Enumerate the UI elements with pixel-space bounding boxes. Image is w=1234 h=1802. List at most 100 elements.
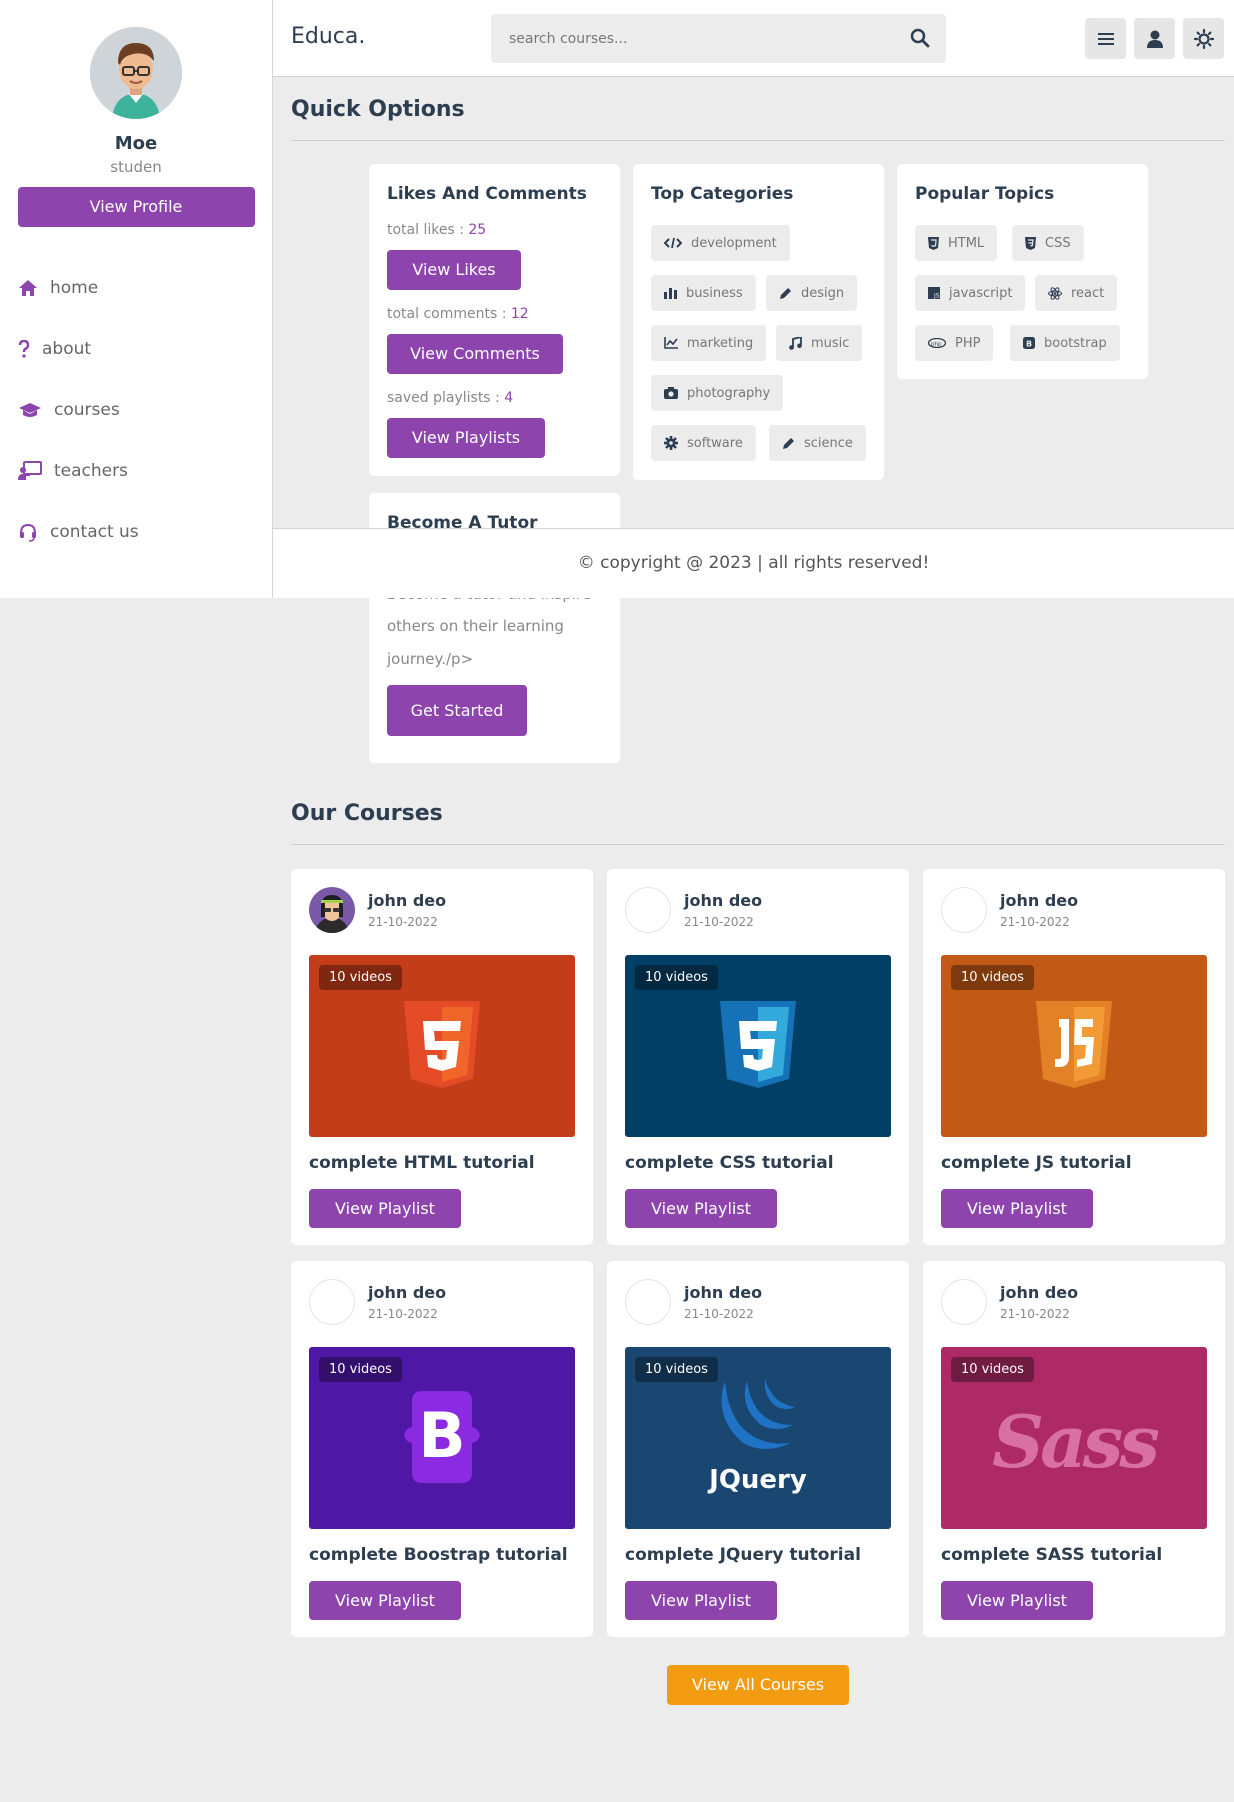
course-title: complete JQuery tutorial: [625, 1545, 861, 1565]
course-date: 21-10-2022: [1000, 915, 1070, 929]
view-playlist-button[interactable]: View Playlist: [625, 1581, 777, 1620]
course-date: 21-10-2022: [368, 1307, 438, 1321]
course-card: john deo 21-10-2022 B 10 videos complete…: [291, 1261, 593, 1637]
category-tag-business[interactable]: business: [651, 275, 756, 311]
category-tag-design[interactable]: design: [766, 275, 858, 311]
course-thumbnail[interactable]: 10 videos: [309, 955, 575, 1137]
svg-text:B: B: [1026, 340, 1032, 349]
search-icon[interactable]: [910, 28, 930, 48]
svg-text:B: B: [418, 1399, 465, 1472]
video-count-badge: 10 videos: [635, 1357, 718, 1382]
topic-tag-bootstrap[interactable]: B bootstrap: [1010, 325, 1120, 361]
view-comments-button[interactable]: View Comments: [387, 334, 563, 374]
category-tag-software[interactable]: software: [651, 425, 756, 461]
javascript-icon: JS: [928, 287, 940, 299]
sidebar: Moe studen View Profile home about cours…: [0, 0, 273, 598]
sidebar-item-teachers[interactable]: teachers: [0, 440, 272, 501]
sidebar-item-about[interactable]: about: [0, 318, 272, 379]
course-card: john deo 21-10-2022 10 videos complete H…: [291, 869, 593, 1245]
music-icon: [789, 336, 802, 350]
theme-toggle-button[interactable]: [1183, 18, 1224, 59]
sidebar-item-contact[interactable]: contact us: [0, 501, 272, 562]
category-tag-development[interactable]: development: [651, 225, 790, 261]
course-card: john deo 21-10-2022 10 videos complete C…: [607, 869, 909, 1245]
topic-tag-php[interactable]: php PHP: [915, 325, 994, 361]
total-comments-text: total comments : 12: [387, 306, 529, 322]
topic-tag-react[interactable]: react: [1035, 275, 1118, 311]
view-profile-button[interactable]: View Profile: [17, 187, 255, 227]
sidebar-item-courses[interactable]: courses: [0, 379, 272, 440]
profile-role: studen: [110, 158, 162, 176]
topic-tag-css[interactable]: CSS: [1012, 225, 1084, 261]
category-tag-music[interactable]: music: [776, 325, 863, 361]
card-title: Popular Topics: [915, 184, 1055, 204]
sidebar-item-label: courses: [54, 399, 120, 420]
view-playlist-button[interactable]: View Playlist: [941, 1189, 1093, 1228]
sidebar-item-label: about: [42, 338, 92, 359]
video-count-badge: 10 videos: [951, 965, 1034, 990]
topic-tag-html[interactable]: HTML: [915, 225, 998, 261]
jquery-logo-text: JQuery: [709, 1465, 807, 1495]
profile-name: Moe: [114, 133, 158, 154]
author-name: john deo: [684, 891, 763, 910]
php-icon: php: [928, 338, 946, 348]
quick-options-title: Quick Options: [291, 97, 465, 122]
author-name: john deo: [1000, 891, 1079, 910]
course-thumbnail[interactable]: 10 videos: [625, 955, 891, 1137]
svg-text:php: php: [931, 342, 942, 348]
home-icon: [19, 279, 37, 296]
total-likes-text: total likes : 25: [387, 222, 487, 238]
search-input[interactable]: [491, 14, 891, 63]
camera-icon: [664, 387, 678, 399]
menu-button[interactable]: [1085, 18, 1126, 59]
tutor-text-line: journey./p>: [387, 650, 474, 668]
video-count-badge: 10 videos: [635, 965, 718, 990]
author-name: john deo: [684, 1283, 763, 1302]
course-thumbnail[interactable]: Sass 10 videos: [941, 1347, 1207, 1529]
user-button[interactable]: [1134, 18, 1175, 59]
video-count-badge: 10 videos: [319, 1357, 402, 1382]
footer: © copyright @ 2023 | all rights reserved…: [273, 528, 1234, 598]
view-playlist-button[interactable]: View Playlist: [309, 1581, 461, 1620]
top-header: Educa.: [273, 0, 1234, 77]
course-thumbnail[interactable]: B 10 videos: [309, 1347, 575, 1529]
course-date: 21-10-2022: [368, 915, 438, 929]
saved-playlists-text: saved playlists : 4: [387, 390, 514, 406]
sidebar-item-home[interactable]: home: [0, 257, 272, 318]
course-thumbnail[interactable]: 10 videos: [941, 955, 1207, 1137]
view-all-courses-button[interactable]: View All Courses: [667, 1665, 849, 1705]
css3-icon: [1025, 236, 1036, 250]
card-title: Likes And Comments: [387, 184, 587, 204]
tutor-text-line: others on their learning: [387, 617, 564, 635]
author-name: john deo: [368, 891, 447, 910]
course-date: 21-10-2022: [684, 1307, 754, 1321]
vial-icon: [783, 437, 794, 449]
course-title: complete CSS tutorial: [625, 1153, 834, 1173]
divider: [291, 844, 1225, 845]
menu-icon: [1097, 32, 1114, 45]
category-tag-science[interactable]: science: [769, 425, 866, 461]
view-playlist-button[interactable]: View Playlist: [309, 1189, 461, 1228]
course-thumbnail[interactable]: JQuery 10 videos: [625, 1347, 891, 1529]
site-logo[interactable]: Educa.: [291, 24, 365, 49]
graduation-cap-icon: [19, 402, 41, 417]
code-icon: [664, 237, 682, 249]
get-started-button[interactable]: Get Started: [387, 685, 527, 736]
view-playlist-button[interactable]: View Playlist: [625, 1189, 777, 1228]
category-tag-marketing[interactable]: marketing: [651, 325, 767, 361]
view-playlists-button[interactable]: View Playlists: [387, 418, 545, 458]
user-icon: [1146, 30, 1163, 48]
course-title: complete Boostrap tutorial: [309, 1545, 568, 1565]
author-avatar: [625, 1279, 671, 1325]
topic-tag-javascript[interactable]: JS javascript: [915, 275, 1026, 311]
sidebar-nav: home about courses teachers contact us: [0, 257, 272, 562]
popular-topics-card: Popular Topics HTML CSS JS javascript re…: [897, 164, 1148, 379]
divider: [291, 140, 1225, 141]
question-icon: [18, 339, 30, 358]
view-likes-button[interactable]: View Likes: [387, 250, 521, 290]
category-tag-photography[interactable]: photography: [651, 375, 784, 411]
author-avatar: [625, 887, 671, 933]
course-date: 21-10-2022: [684, 915, 754, 929]
view-playlist-button[interactable]: View Playlist: [941, 1581, 1093, 1620]
author-avatar: [941, 887, 987, 933]
